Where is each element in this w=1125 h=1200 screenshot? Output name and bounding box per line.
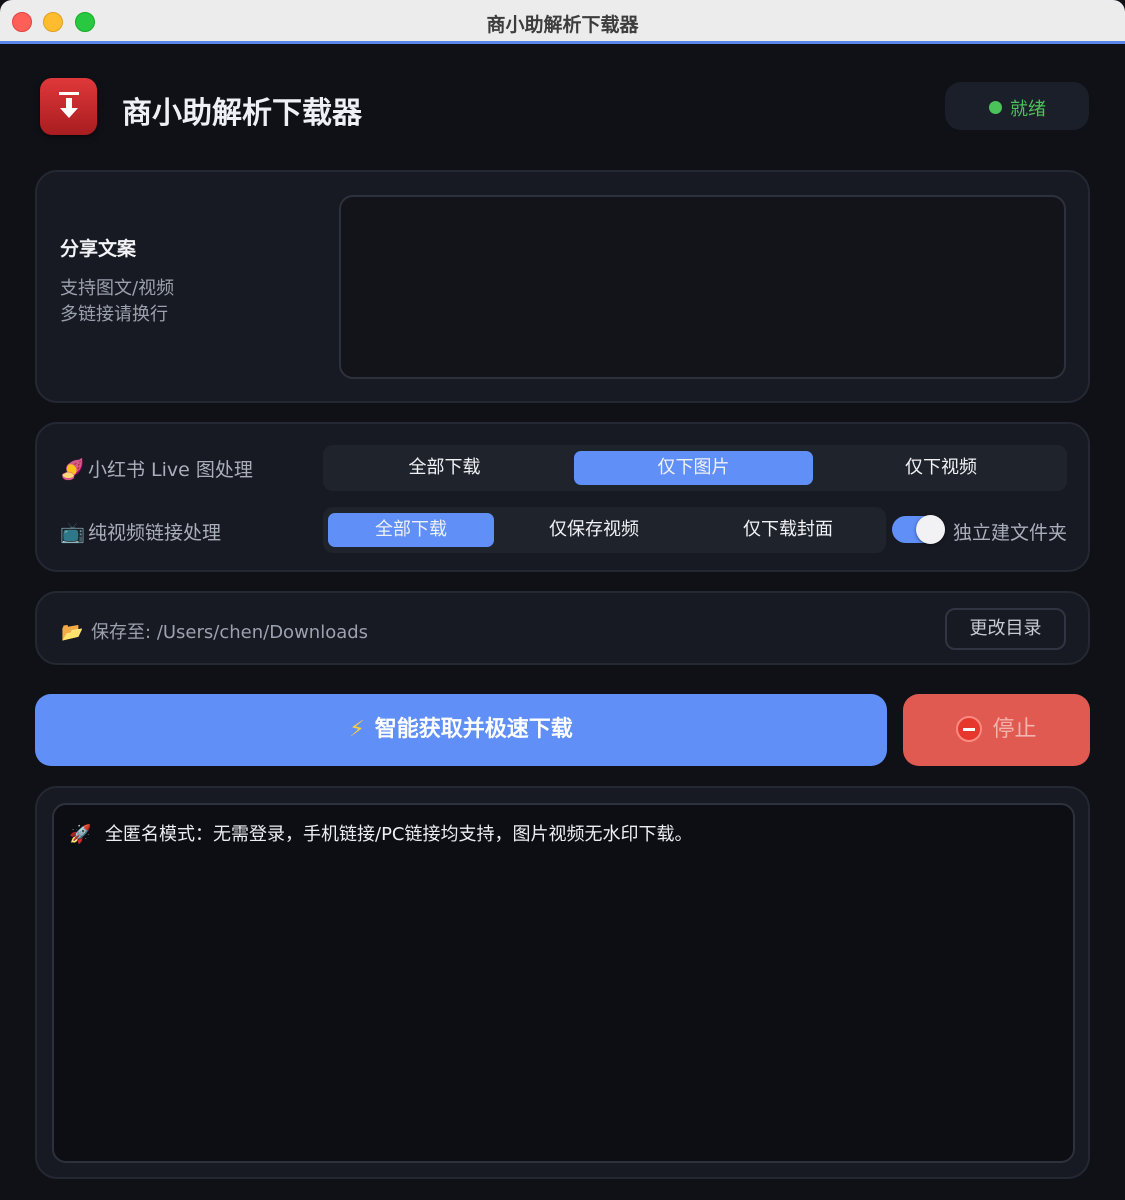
status-dot-icon bbox=[989, 101, 1002, 114]
change-directory-button[interactable]: 更改目录 bbox=[945, 608, 1066, 650]
title-bar: 商小助解析下载器 bbox=[0, 0, 1125, 44]
log-line-text: 全匿名模式：无需登录，手机链接/PC链接均支持，图片视频无水印下载。 bbox=[105, 824, 693, 845]
smart-download-button[interactable]: ⚡ 智能获取并极速下载 bbox=[35, 694, 887, 766]
stop-button[interactable]: 停止 bbox=[903, 694, 1090, 766]
xhs-option-images[interactable]: 仅下图片 bbox=[574, 451, 813, 485]
status-badge: 就绪 bbox=[945, 82, 1089, 130]
xhs-live-label-text: 小红书 Live 图处理 bbox=[88, 459, 253, 481]
sweet-potato-icon: 🍠 bbox=[60, 457, 85, 481]
app-logo bbox=[40, 78, 97, 135]
share-hint-line1: 支持图文/视频 bbox=[60, 278, 175, 299]
app-title: 商小助解析下载器 bbox=[122, 96, 362, 131]
video-link-label: 📺 纯视频链接处理 bbox=[60, 518, 221, 545]
save-path-card: 📂 保存至: /Users/chen/Downloads 更改目录 bbox=[35, 591, 1090, 665]
smart-download-label: 智能获取并极速下载 bbox=[374, 717, 573, 742]
share-label: 分享文案 bbox=[60, 238, 137, 260]
log-card: 🚀 全匿名模式：无需登录，手机链接/PC链接均支持，图片视频无水印下载。 bbox=[35, 786, 1090, 1179]
xhs-option-videos[interactable]: 仅下视频 bbox=[821, 451, 1061, 485]
video-link-segmented: 全部下载 仅保存视频 仅下载封面 bbox=[323, 507, 886, 553]
log-line: 🚀 全匿名模式：无需登录，手机链接/PC链接均支持，图片视频无水印下载。 bbox=[69, 820, 692, 846]
rocket-icon: 🚀 bbox=[69, 824, 92, 845]
separate-folder-label: 独立建文件夹 bbox=[953, 522, 1068, 544]
log-output[interactable]: 🚀 全匿名模式：无需登录，手机链接/PC链接均支持，图片视频无水印下载。 bbox=[52, 803, 1075, 1163]
app-window: 商小助解析下载器 商小助解析下载器 就绪 分享文案 支持图文/视频 多链接请换行… bbox=[0, 0, 1125, 1200]
xhs-live-segmented: 全部下载 仅下图片 仅下视频 bbox=[323, 445, 1067, 491]
save-path-value: /Users/chen/Downloads bbox=[156, 622, 369, 643]
video-option-all[interactable]: 全部下载 bbox=[328, 513, 494, 547]
options-card: 🍠 小红书 Live 图处理 全部下载 仅下图片 仅下视频 📺 纯视频链接处理 全部… bbox=[35, 422, 1090, 572]
share-text-input[interactable] bbox=[339, 195, 1066, 379]
save-path-row: 📂 保存至: /Users/chen/Downloads bbox=[61, 618, 368, 644]
share-card: 分享文案 支持图文/视频 多链接请换行 bbox=[35, 170, 1090, 403]
download-arrow-icon bbox=[59, 92, 79, 118]
folder-icon: 📂 bbox=[61, 622, 84, 643]
video-option-save-video[interactable]: 仅保存视频 bbox=[504, 513, 684, 547]
window-title: 商小助解析下载器 bbox=[486, 14, 639, 36]
xhs-live-label: 🍠 小红书 Live 图处理 bbox=[60, 455, 253, 482]
share-hint: 支持图文/视频 多链接请换行 bbox=[60, 276, 174, 328]
status-text: 就绪 bbox=[1010, 99, 1046, 120]
tv-icon: 📺 bbox=[60, 520, 85, 544]
xhs-option-all[interactable]: 全部下载 bbox=[323, 451, 566, 485]
save-path-prefix: 保存至: bbox=[91, 622, 152, 643]
share-hint-line2: 多链接请换行 bbox=[60, 304, 168, 325]
toggle-knob bbox=[916, 515, 945, 544]
lightning-icon: ⚡ bbox=[349, 717, 365, 742]
stop-label: 停止 bbox=[992, 717, 1037, 742]
video-option-cover[interactable]: 仅下载封面 bbox=[694, 513, 882, 547]
separate-folder-toggle[interactable] bbox=[892, 515, 945, 544]
stop-sign-icon bbox=[956, 716, 983, 742]
video-link-label-text: 纯视频链接处理 bbox=[88, 522, 222, 544]
